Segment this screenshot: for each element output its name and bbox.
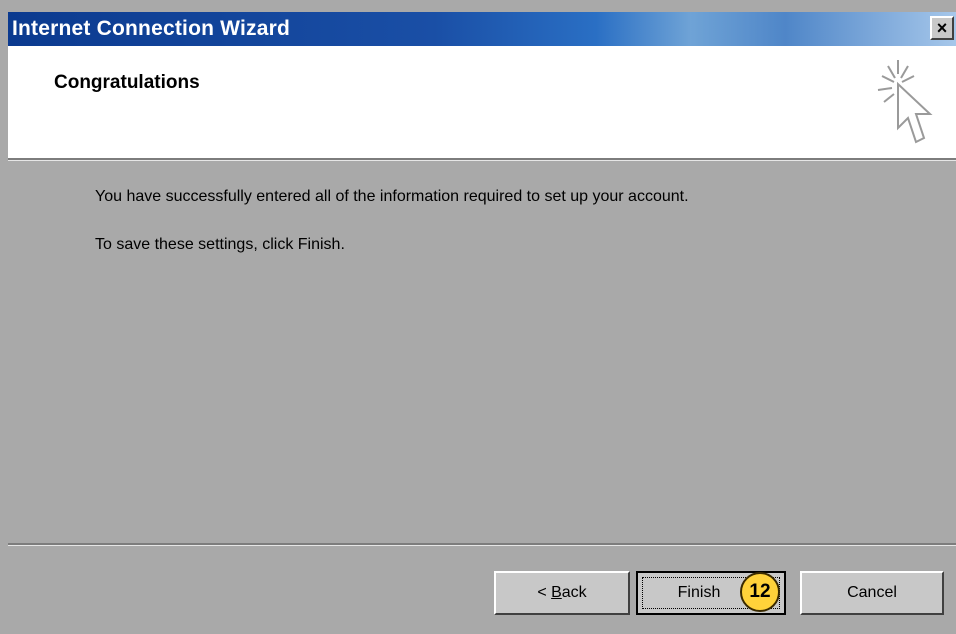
back-button-label: < Back xyxy=(537,584,587,601)
wizard-header: Congratulations xyxy=(8,46,956,158)
success-message: You have successfully entered all of the… xyxy=(95,188,689,205)
cancel-button[interactable]: Cancel xyxy=(800,571,944,615)
button-bar-divider-highlight xyxy=(8,545,956,546)
step-number-badge: 12 xyxy=(740,572,780,612)
title-bar[interactable]: Internet Connection Wizard × xyxy=(8,12,956,46)
finish-instruction: To save these settings, click Finish. xyxy=(95,236,345,253)
page-title: Congratulations xyxy=(54,72,200,93)
wizard-cursor-icon xyxy=(877,60,933,144)
wizard-window: Internet Connection Wizard × Congratulat… xyxy=(0,0,956,634)
window-title: Internet Connection Wizard xyxy=(12,17,291,40)
cancel-button-label: Cancel xyxy=(847,584,897,601)
back-button[interactable]: < Back xyxy=(494,571,630,615)
close-icon: × xyxy=(936,18,948,38)
close-button[interactable]: × xyxy=(930,16,954,40)
header-divider-highlight xyxy=(8,160,956,161)
finish-button-label: Finish xyxy=(677,584,721,601)
